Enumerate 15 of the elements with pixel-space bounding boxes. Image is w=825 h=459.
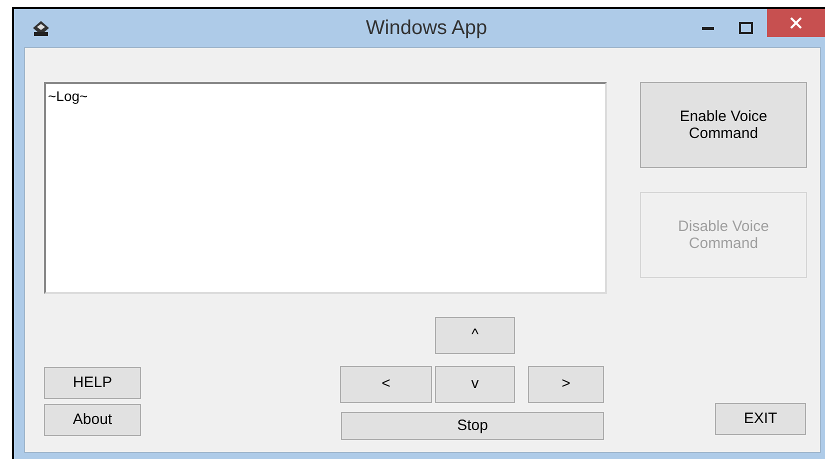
exit-button[interactable]: EXIT (715, 403, 806, 435)
right-button[interactable]: > (528, 366, 604, 403)
help-button[interactable]: HELP (44, 367, 141, 399)
left-button[interactable]: < (340, 366, 432, 403)
about-button[interactable]: About (44, 404, 141, 436)
window-title: Windows App (364, 16, 488, 41)
close-button[interactable] (767, 9, 825, 37)
voice-command-button[interactable]: Enable Voice Command (640, 82, 807, 168)
close-icon (790, 17, 802, 29)
stop-button[interactable]: Stop (341, 412, 604, 440)
up-button[interactable]: ^ (435, 317, 515, 354)
minimize-icon (702, 26, 714, 30)
maximize-icon (739, 22, 753, 34)
down-button[interactable]: v (435, 366, 515, 403)
log-textbox[interactable]: ~Log~ (44, 82, 607, 294)
